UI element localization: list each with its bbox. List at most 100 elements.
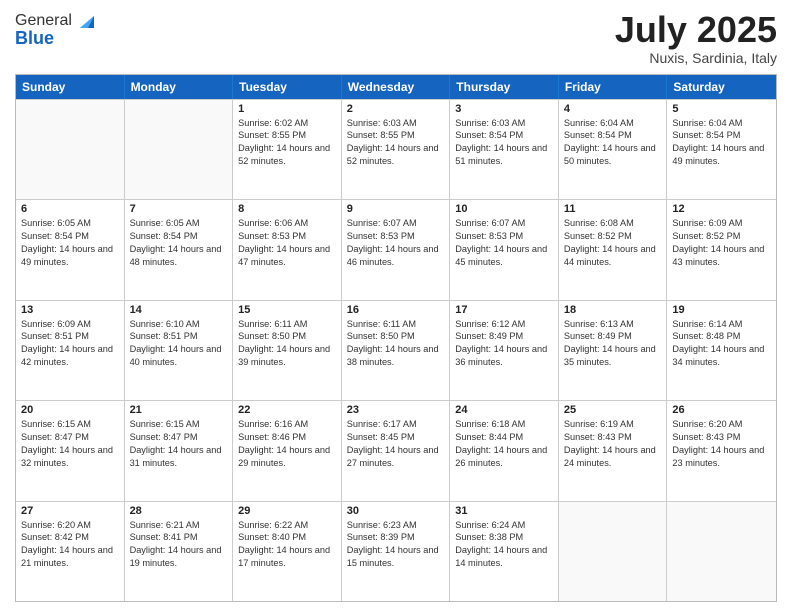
calendar: Sunday Monday Tuesday Wednesday Thursday… xyxy=(15,74,777,602)
sunrise-text: Sunrise: 6:09 AM xyxy=(21,318,119,331)
day-number: 6 xyxy=(21,203,119,215)
cal-cell-16: 15 Sunrise: 6:11 AM Sunset: 8:50 PM Dayl… xyxy=(233,301,342,400)
header-thursday: Thursday xyxy=(450,75,559,99)
cal-cell-14: 13 Sunrise: 6:09 AM Sunset: 8:51 PM Dayl… xyxy=(16,301,125,400)
day-number: 2 xyxy=(347,103,445,115)
sunset-text: Sunset: 8:40 PM xyxy=(238,531,336,544)
sunrise-text: Sunrise: 6:05 AM xyxy=(130,217,228,230)
cal-cell-6: 5 Sunrise: 6:04 AM Sunset: 8:54 PM Dayli… xyxy=(667,100,776,199)
day-number: 17 xyxy=(455,304,553,316)
daylight-text: Daylight: 14 hours and 48 minutes. xyxy=(130,243,228,269)
daylight-text: Daylight: 14 hours and 52 minutes. xyxy=(238,142,336,168)
daylight-text: Daylight: 14 hours and 23 minutes. xyxy=(672,444,771,470)
daylight-text: Daylight: 14 hours and 49 minutes. xyxy=(672,142,771,168)
sunset-text: Sunset: 8:47 PM xyxy=(130,431,228,444)
daylight-text: Daylight: 14 hours and 49 minutes. xyxy=(21,243,119,269)
sunrise-text: Sunrise: 6:13 AM xyxy=(564,318,662,331)
day-number: 18 xyxy=(564,304,662,316)
week-row-5: 27 Sunrise: 6:20 AM Sunset: 8:42 PM Dayl… xyxy=(16,501,776,601)
daylight-text: Daylight: 14 hours and 15 minutes. xyxy=(347,544,445,570)
sunrise-text: Sunrise: 6:23 AM xyxy=(347,519,445,532)
cal-cell-5: 4 Sunrise: 6:04 AM Sunset: 8:54 PM Dayli… xyxy=(559,100,668,199)
daylight-text: Daylight: 14 hours and 35 minutes. xyxy=(564,343,662,369)
daylight-text: Daylight: 14 hours and 46 minutes. xyxy=(347,243,445,269)
week-row-1: 1 Sunrise: 6:02 AM Sunset: 8:55 PM Dayli… xyxy=(16,99,776,199)
logo: General Blue xyxy=(15,10,96,49)
day-number: 11 xyxy=(564,203,662,215)
header-friday: Friday xyxy=(559,75,668,99)
daylight-text: Daylight: 14 hours and 50 minutes. xyxy=(564,142,662,168)
sunrise-text: Sunrise: 6:20 AM xyxy=(21,519,119,532)
daylight-text: Daylight: 14 hours and 44 minutes. xyxy=(564,243,662,269)
day-number: 5 xyxy=(672,103,771,115)
calendar-body: 1 Sunrise: 6:02 AM Sunset: 8:55 PM Dayli… xyxy=(16,99,776,601)
cal-cell-21: 20 Sunrise: 6:15 AM Sunset: 8:47 PM Dayl… xyxy=(16,401,125,500)
day-number: 16 xyxy=(347,304,445,316)
daylight-text: Daylight: 14 hours and 38 minutes. xyxy=(347,343,445,369)
cal-cell-20: 19 Sunrise: 6:14 AM Sunset: 8:48 PM Dayl… xyxy=(667,301,776,400)
sunset-text: Sunset: 8:54 PM xyxy=(455,129,553,142)
header-monday: Monday xyxy=(125,75,234,99)
daylight-text: Daylight: 14 hours and 17 minutes. xyxy=(238,544,336,570)
sunrise-text: Sunrise: 6:24 AM xyxy=(455,519,553,532)
sunset-text: Sunset: 8:41 PM xyxy=(130,531,228,544)
sunset-text: Sunset: 8:39 PM xyxy=(347,531,445,544)
daylight-text: Daylight: 14 hours and 42 minutes. xyxy=(21,343,119,369)
cal-cell-18: 17 Sunrise: 6:12 AM Sunset: 8:49 PM Dayl… xyxy=(450,301,559,400)
day-number: 19 xyxy=(672,304,771,316)
sunrise-text: Sunrise: 6:11 AM xyxy=(238,318,336,331)
cal-cell-29: 28 Sunrise: 6:21 AM Sunset: 8:41 PM Dayl… xyxy=(125,502,234,601)
cal-cell-33 xyxy=(559,502,668,601)
sunset-text: Sunset: 8:54 PM xyxy=(130,230,228,243)
day-number: 22 xyxy=(238,404,336,416)
title-block: July 2025 Nuxis, Sardinia, Italy xyxy=(615,10,777,66)
sunrise-text: Sunrise: 6:14 AM xyxy=(672,318,771,331)
cal-cell-26: 25 Sunrise: 6:19 AM Sunset: 8:43 PM Dayl… xyxy=(559,401,668,500)
sunrise-text: Sunrise: 6:22 AM xyxy=(238,519,336,532)
daylight-text: Daylight: 14 hours and 21 minutes. xyxy=(21,544,119,570)
sunrise-text: Sunrise: 6:04 AM xyxy=(564,117,662,130)
cal-cell-12: 11 Sunrise: 6:08 AM Sunset: 8:52 PM Dayl… xyxy=(559,200,668,299)
sunrise-text: Sunrise: 6:08 AM xyxy=(564,217,662,230)
cal-cell-17: 16 Sunrise: 6:11 AM Sunset: 8:50 PM Dayl… xyxy=(342,301,451,400)
sunset-text: Sunset: 8:51 PM xyxy=(130,330,228,343)
sunrise-text: Sunrise: 6:11 AM xyxy=(347,318,445,331)
daylight-text: Daylight: 14 hours and 24 minutes. xyxy=(564,444,662,470)
calendar-header: Sunday Monday Tuesday Wednesday Thursday… xyxy=(16,75,776,99)
cal-cell-3: 2 Sunrise: 6:03 AM Sunset: 8:55 PM Dayli… xyxy=(342,100,451,199)
sunrise-text: Sunrise: 6:18 AM xyxy=(455,418,553,431)
day-number: 20 xyxy=(21,404,119,416)
day-number: 21 xyxy=(130,404,228,416)
day-number: 14 xyxy=(130,304,228,316)
sunrise-text: Sunrise: 6:09 AM xyxy=(672,217,771,230)
daylight-text: Daylight: 14 hours and 29 minutes. xyxy=(238,444,336,470)
sunrise-text: Sunrise: 6:15 AM xyxy=(21,418,119,431)
sunset-text: Sunset: 8:51 PM xyxy=(21,330,119,343)
day-number: 1 xyxy=(238,103,336,115)
day-number: 23 xyxy=(347,404,445,416)
sunset-text: Sunset: 8:53 PM xyxy=(455,230,553,243)
cal-cell-11: 10 Sunrise: 6:07 AM Sunset: 8:53 PM Dayl… xyxy=(450,200,559,299)
day-number: 3 xyxy=(455,103,553,115)
sunset-text: Sunset: 8:38 PM xyxy=(455,531,553,544)
sunset-text: Sunset: 8:49 PM xyxy=(455,330,553,343)
cal-cell-32: 31 Sunrise: 6:24 AM Sunset: 8:38 PM Dayl… xyxy=(450,502,559,601)
sunrise-text: Sunrise: 6:06 AM xyxy=(238,217,336,230)
day-number: 7 xyxy=(130,203,228,215)
daylight-text: Daylight: 14 hours and 36 minutes. xyxy=(455,343,553,369)
sunset-text: Sunset: 8:53 PM xyxy=(238,230,336,243)
week-row-2: 6 Sunrise: 6:05 AM Sunset: 8:54 PM Dayli… xyxy=(16,199,776,299)
cal-cell-22: 21 Sunrise: 6:15 AM Sunset: 8:47 PM Dayl… xyxy=(125,401,234,500)
cal-cell-23: 22 Sunrise: 6:16 AM Sunset: 8:46 PM Dayl… xyxy=(233,401,342,500)
sunset-text: Sunset: 8:52 PM xyxy=(564,230,662,243)
sunset-text: Sunset: 8:54 PM xyxy=(564,129,662,142)
cal-cell-8: 7 Sunrise: 6:05 AM Sunset: 8:54 PM Dayli… xyxy=(125,200,234,299)
sunrise-text: Sunrise: 6:15 AM xyxy=(130,418,228,431)
week-row-4: 20 Sunrise: 6:15 AM Sunset: 8:47 PM Dayl… xyxy=(16,400,776,500)
sunrise-text: Sunrise: 6:03 AM xyxy=(347,117,445,130)
sunset-text: Sunset: 8:54 PM xyxy=(672,129,771,142)
sunset-text: Sunset: 8:45 PM xyxy=(347,431,445,444)
day-number: 29 xyxy=(238,505,336,517)
header: General Blue July 2025 Nuxis, Sardinia, … xyxy=(15,10,777,66)
cal-cell-1 xyxy=(125,100,234,199)
